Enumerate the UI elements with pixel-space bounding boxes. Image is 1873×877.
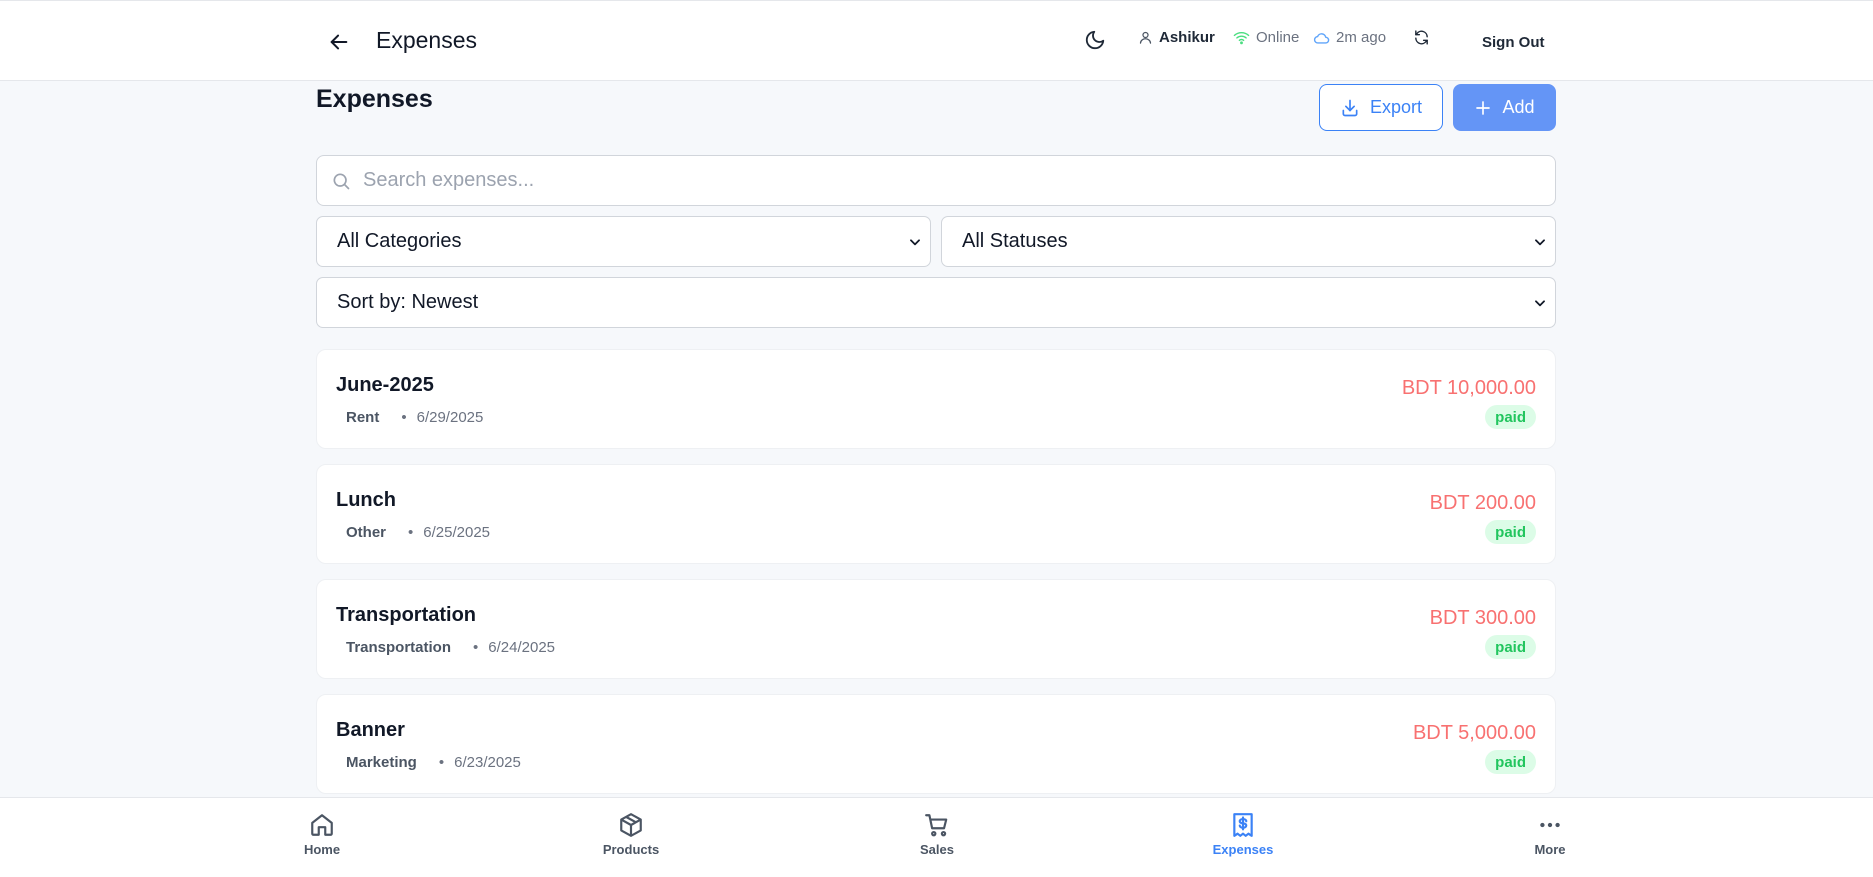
chevron-down-icon	[1535, 238, 1545, 245]
expense-amount: BDT 5,000.00	[1412, 722, 1536, 744]
expense-amount: BDT 200.00	[1429, 492, 1536, 514]
nav-products[interactable]: Products	[586, 812, 676, 857]
more-dots-icon	[1540, 822, 1560, 828]
expense-card[interactable]: Transportation Transportation • 6/24/202…	[316, 579, 1556, 679]
back-button[interactable]	[322, 27, 356, 57]
nav-sales-label: Sales	[920, 842, 954, 857]
user-icon	[1139, 31, 1152, 44]
expense-amount: BDT 300.00	[1429, 607, 1536, 629]
expense-date: 6/29/2025	[416, 409, 484, 426]
sort-value: Sort by: Newest	[337, 291, 479, 313]
sign-out-button[interactable]: Sign Out	[1470, 25, 1557, 59]
export-button[interactable]: Export	[1319, 84, 1443, 131]
status-badge: paid	[1485, 750, 1536, 774]
search-icon	[331, 171, 351, 191]
expense-date: 6/24/2025	[488, 639, 556, 656]
expense-card[interactable]: June-2025 Rent • 6/29/2025 BDT 10,000.00…	[316, 349, 1556, 449]
user-indicator: Ashikur	[1138, 29, 1215, 46]
expense-card[interactable]: Lunch Other • 6/25/2025 BDT 200.00 paid	[316, 464, 1556, 564]
expense-amount: BDT 10,000.00	[1401, 377, 1536, 399]
top-header: Expenses Ashikur Online 2m ago Sign Out	[0, 0, 1873, 81]
expense-category: Rent	[346, 409, 380, 426]
status-badge: paid	[1485, 520, 1536, 544]
package-icon	[620, 813, 642, 837]
expense-card[interactable]: Banner Marketing • 6/23/2025 BDT 5,000.0…	[316, 694, 1556, 794]
user-name: Ashikur	[1159, 29, 1215, 46]
last-sync-label: 2m ago	[1336, 29, 1387, 46]
add-expense-button[interactable]: Add	[1453, 84, 1556, 131]
nav-sales[interactable]: Sales	[892, 812, 982, 857]
chevron-down-icon	[1535, 299, 1545, 306]
separator-dot: •	[473, 639, 479, 656]
separator-dot: •	[401, 409, 407, 426]
expense-meta: Rent • 6/29/2025	[336, 409, 483, 426]
nav-products-label: Products	[602, 842, 660, 857]
status-badge: paid	[1485, 405, 1536, 429]
sort-select[interactable]: Sort by: Newest	[316, 277, 1556, 328]
theme-toggle-button[interactable]	[1084, 29, 1106, 51]
nav-expenses-label: Expenses	[1212, 842, 1274, 857]
expense-category: Marketing	[346, 754, 417, 771]
add-label: Add	[1502, 97, 1535, 117]
expense-meta: Other • 6/25/2025	[336, 524, 490, 541]
refresh-button[interactable]	[1413, 29, 1430, 46]
refresh-icon	[1415, 30, 1428, 45]
nav-home-label: Home	[303, 842, 341, 857]
status-filter-select[interactable]: All Statuses	[941, 216, 1556, 267]
nav-more-label: More	[1534, 842, 1566, 857]
connection-label: Online	[1256, 29, 1300, 46]
status-badge: paid	[1485, 635, 1536, 659]
connection-status: Online	[1233, 29, 1299, 46]
download-icon	[1342, 99, 1358, 116]
page-title: Expenses	[316, 85, 433, 113]
home-icon	[311, 814, 333, 836]
expense-name: Lunch	[336, 489, 396, 511]
arrow-left-icon	[330, 34, 348, 50]
wifi-icon	[1233, 31, 1250, 45]
bottom-navigation: Home Products Sales Expenses More	[0, 797, 1873, 877]
search-box	[316, 155, 1556, 206]
sync-status: 2m ago	[1313, 29, 1386, 46]
header-title: Expenses	[376, 27, 478, 53]
expense-name: June-2025	[336, 374, 434, 396]
expense-category: Transportation	[346, 639, 452, 656]
nav-more[interactable]: More	[1505, 812, 1595, 857]
expense-date: 6/23/2025	[454, 754, 521, 771]
receipt-dollar-icon	[1233, 813, 1253, 837]
expense-name: Transportation	[336, 604, 477, 626]
category-filter-select[interactable]: All Categories	[316, 216, 931, 267]
expense-meta: Transportation • 6/24/2025	[336, 639, 555, 656]
expense-meta: Marketing • 6/23/2025	[336, 754, 521, 771]
moon-icon	[1085, 30, 1105, 50]
search-input[interactable]	[363, 169, 1555, 192]
export-label: Export	[1369, 97, 1423, 117]
nav-home[interactable]: Home	[277, 812, 367, 857]
cart-icon	[925, 814, 948, 837]
separator-dot: •	[408, 524, 414, 541]
category-filter-value: All Categories	[337, 230, 462, 252]
plus-icon	[1476, 100, 1491, 115]
nav-expenses[interactable]: Expenses	[1198, 812, 1288, 857]
expense-category: Other	[346, 524, 387, 541]
expense-name: Banner	[336, 719, 405, 741]
separator-dot: •	[438, 754, 445, 771]
expense-date: 6/25/2025	[423, 524, 491, 541]
cloud-icon	[1313, 32, 1330, 44]
chevron-down-icon	[910, 238, 920, 245]
status-filter-value: All Statuses	[962, 230, 1068, 252]
